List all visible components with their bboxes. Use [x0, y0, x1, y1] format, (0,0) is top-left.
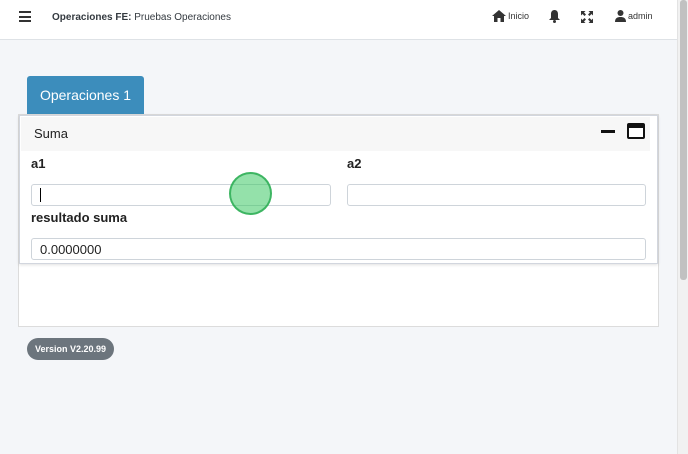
nav-home-label: Inicio: [508, 11, 530, 21]
menu-icon[interactable]: [19, 11, 31, 23]
a1-input[interactable]: [31, 184, 331, 206]
tab-operaciones-1[interactable]: Operaciones 1: [27, 76, 144, 114]
home-icon: [492, 10, 506, 22]
maximize-icon[interactable]: [627, 123, 645, 139]
card-header: Suma: [21, 117, 650, 151]
text-cursor: [40, 188, 41, 202]
a2-label: a2: [347, 156, 362, 171]
resultado-input[interactable]: [31, 238, 646, 260]
scrollbar-thumb[interactable]: [680, 0, 687, 280]
app-name: Operaciones FE:: [52, 12, 132, 23]
notifications-button[interactable]: [549, 10, 560, 28]
user-icon: [615, 10, 626, 22]
nav-home-link[interactable]: Inicio: [492, 10, 529, 22]
bell-icon: [549, 10, 560, 23]
top-navbar: Operaciones FE: Pruebas Operaciones Inic…: [0, 0, 677, 40]
page-name: Pruebas Operaciones: [134, 12, 231, 23]
user-name: admin: [628, 11, 653, 21]
a2-input[interactable]: [347, 184, 646, 206]
minimize-icon[interactable]: [601, 130, 615, 133]
version-badge: Version V2.20.99: [27, 338, 115, 360]
fullscreen-button[interactable]: [581, 10, 593, 28]
resultado-label: resultado suma: [31, 210, 128, 225]
card-title: Suma: [34, 126, 68, 141]
page-title: Operaciones FE: Pruebas Operaciones: [52, 12, 231, 23]
a1-label: a1: [31, 156, 46, 171]
expand-icon: [581, 11, 593, 23]
user-menu[interactable]: admin: [615, 10, 653, 22]
page-scrollbar[interactable]: [677, 0, 688, 454]
